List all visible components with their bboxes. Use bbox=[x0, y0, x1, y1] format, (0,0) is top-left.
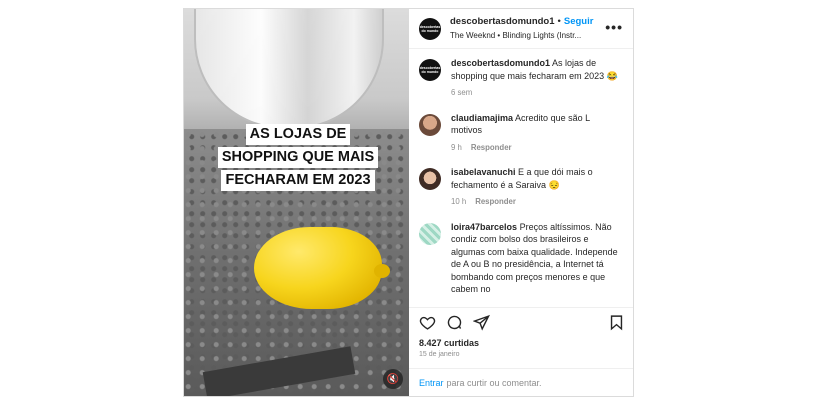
comment-item: isabelavanuchi E a que dói mais o fecham… bbox=[419, 166, 623, 209]
comment-avatar[interactable] bbox=[419, 113, 441, 136]
overlay-line-1: AS LOJAS DE bbox=[245, 124, 351, 145]
comment-time: 10 h bbox=[451, 197, 467, 206]
comment-meta: 6 sem bbox=[451, 87, 623, 100]
overlay-line-2: SHOPPING QUE MAIS bbox=[217, 147, 379, 168]
comment-time: 9 h bbox=[451, 142, 462, 152]
likes-count[interactable]: 8.427 curtidas bbox=[409, 337, 633, 349]
video-caption-overlay: AS LOJAS DE SHOPPING QUE MAIS FECHARAM E… bbox=[208, 124, 388, 193]
comment-username[interactable]: loira47barcelos bbox=[451, 222, 517, 232]
comment-meta: 10 h Responder bbox=[451, 196, 623, 209]
login-prompt-text: para curtir ou comentar. bbox=[446, 377, 542, 388]
comment-item: loira47barcelos Preços altíssimos. Não c… bbox=[419, 221, 623, 296]
comment-avatar[interactable]: descobertas do mundo bbox=[419, 59, 441, 81]
audio-track[interactable]: The Weeknd • Blinding Lights (Instr... bbox=[450, 29, 593, 43]
comment-username[interactable]: isabelavanuchi bbox=[451, 167, 516, 177]
avatar-logo-text: descobertas do mundo bbox=[419, 24, 441, 33]
comment-body: loira47barcelos Preços altíssimos. Não c… bbox=[451, 221, 623, 296]
video-lemon-tip bbox=[374, 264, 390, 278]
comments-list[interactable]: descobertas do mundo descobertasdomundo1… bbox=[409, 49, 633, 307]
header-text: descobertasdomundo1 • Seguir The Weeknd • … bbox=[450, 15, 593, 43]
overlay-line-3: FECHARAM EM 2023 bbox=[221, 170, 375, 191]
comment-avatar[interactable] bbox=[419, 222, 441, 245]
comment-text: Preços altíssimos. Não condiz com bolso … bbox=[451, 221, 618, 295]
more-options-icon[interactable]: ••• bbox=[605, 19, 623, 35]
reply-button[interactable]: Responder bbox=[471, 143, 512, 152]
instagram-post: AS LOJAS DE SHOPPING QUE MAIS FECHARAM E… bbox=[183, 8, 634, 397]
comment-avatar-logo-text: descobertas do mundo bbox=[419, 66, 441, 74]
header-line: descobertasdomundo1 • Seguir bbox=[450, 15, 593, 29]
video-lemon bbox=[254, 227, 382, 309]
comment-item: claudiamajima Acredito que são L motivos… bbox=[419, 112, 623, 155]
comment-body: isabelavanuchi E a que dói mais o fecham… bbox=[451, 166, 623, 209]
post-date: 15 de janeiro bbox=[419, 351, 460, 358]
action-bar bbox=[409, 307, 633, 337]
comment-avatar[interactable] bbox=[419, 168, 441, 190]
post-video[interactable]: AS LOJAS DE SHOPPING QUE MAIS FECHARAM E… bbox=[184, 9, 409, 396]
post-header: descobertas do mundo descobertasdomundo1… bbox=[409, 9, 633, 49]
login-prompt: Entrar para curtir ou comentar. bbox=[409, 368, 633, 396]
comment-item: descobertas do mundo descobertasdomundo1… bbox=[419, 57, 623, 100]
share-icon[interactable] bbox=[473, 314, 490, 331]
speaker-muted-icon[interactable]: 🔇 bbox=[383, 369, 403, 389]
comment-body: descobertasdomundo1 As lojas de shopping… bbox=[451, 57, 623, 100]
bookmark-icon[interactable] bbox=[608, 314, 625, 331]
login-link[interactable]: Entrar bbox=[419, 378, 444, 388]
comment-body: claudiamajima Acredito que são L motivos… bbox=[451, 112, 623, 155]
comment-username[interactable]: claudiamajima bbox=[451, 113, 513, 123]
comment-username[interactable]: descobertasdomundo1 bbox=[451, 58, 550, 68]
reply-button[interactable]: Responder bbox=[475, 197, 516, 206]
comment-meta: 9 h Responder bbox=[451, 142, 623, 155]
author-avatar[interactable]: descobertas do mundo bbox=[419, 17, 441, 40]
author-username[interactable]: descobertasdomundo1 bbox=[450, 16, 555, 27]
header-separator: • bbox=[557, 15, 561, 27]
heart-icon[interactable] bbox=[419, 314, 436, 331]
follow-button[interactable]: Seguir bbox=[564, 16, 594, 27]
post-sidebar: descobertas do mundo descobertasdomundo1… bbox=[409, 9, 633, 396]
comment-time: 6 sem bbox=[451, 88, 473, 97]
comment-icon[interactable] bbox=[446, 314, 463, 331]
